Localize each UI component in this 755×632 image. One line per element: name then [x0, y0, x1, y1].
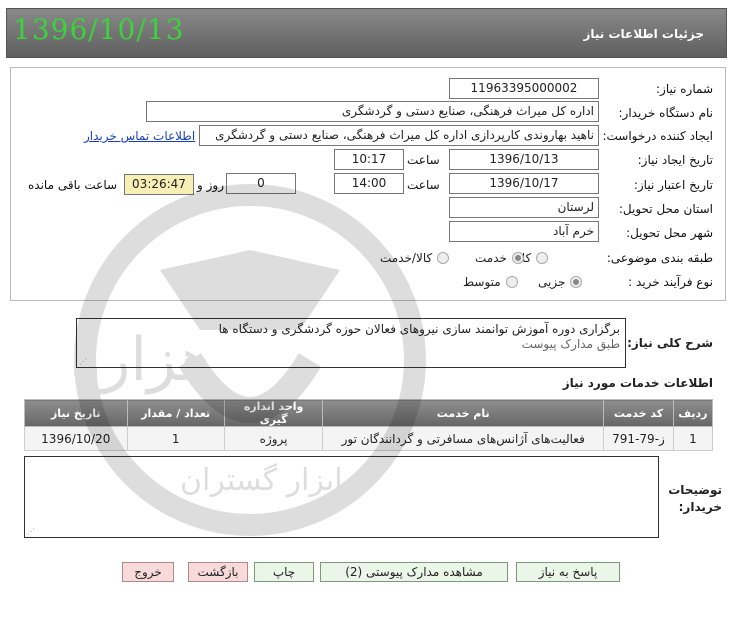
category-radio-goods-service[interactable]: کالا/خدمت [380, 251, 450, 265]
days-remaining-field: 0 [226, 173, 296, 194]
city-field: خرم آباد [449, 221, 599, 242]
radio-circle-icon [505, 276, 518, 288]
need-number-field: 11963395000002 [449, 78, 599, 99]
cell-row-number: 1 [672, 426, 714, 451]
view-attachments-button[interactable]: مشاهده مدارک پیوستی (2) [320, 562, 508, 582]
valid-date-field: 1396/10/17 [449, 173, 599, 194]
page-header: 1396/10/13 جزئیات اطلاعات نیاز [6, 8, 727, 58]
table-row: 1 ز-79-791 فعالیت‌های آژانس‌های مسافرتی … [24, 426, 714, 451]
valid-time-field: 14:00 [334, 173, 404, 194]
buyer-notes-box [24, 456, 659, 538]
purchase-radio-minor[interactable]: جزیی [538, 275, 583, 289]
need-number-label: شماره نیاز: [656, 82, 713, 96]
print-button[interactable]: چاپ [254, 562, 314, 582]
cell-service-name: فعالیت‌های آژانس‌های مسافرتی و گردانندگا… [322, 426, 605, 451]
radio-circle-icon [437, 252, 450, 264]
need-description-label: شرح کلی نیاز: [627, 336, 713, 350]
radio-selected-icon [570, 276, 583, 288]
province-label: استان محل تحویل: [618, 202, 713, 216]
col-service-code: کد خدمت [603, 399, 674, 427]
col-row-number: ردیف [672, 399, 714, 427]
description-line-2: طبق مدارک پیوست [521, 337, 620, 351]
col-service-name: نام خدمت [322, 399, 605, 427]
category-label: طبقه بندی موضوعی: [606, 251, 713, 265]
services-table-header: ردیف کد خدمت نام خدمت واحد اندازه گیری ت… [24, 399, 714, 427]
resize-grip-icon[interactable]: ⋰ [79, 357, 87, 366]
exit-button[interactable]: خروج [122, 562, 174, 582]
created-date-label: تاریخ ایجاد نیاز: [637, 153, 713, 167]
description-line-1: برگزاری دوره آموزش توانمند سازی نیروهای … [218, 322, 620, 336]
buyer-org-label: نام دستگاه خریدار: [618, 106, 714, 120]
purchase-type-label: نوع فرآیند خرید : [628, 275, 713, 289]
buyer-notes-label: توضیحات خریدار: [668, 483, 722, 514]
page-title: جزئیات اطلاعات نیاز [583, 27, 704, 41]
valid-time-label: ساعت [407, 178, 440, 192]
purchase-radio-medium[interactable]: متوسط [463, 275, 518, 289]
created-time-label: ساعت [407, 153, 440, 167]
radio-circle-icon [536, 252, 549, 264]
reply-button[interactable]: پاسخ به نیاز [516, 562, 620, 582]
created-date-field: 1396/10/13 [449, 149, 599, 170]
col-unit: واحد اندازه گیری [223, 399, 324, 427]
cell-quantity: 1 [126, 426, 225, 451]
day-and-label: روز و [197, 178, 224, 192]
buyer-org-field: اداره کل میراث فرهنگی، صنایع دستی و گردش… [146, 101, 599, 122]
valid-date-label: تاریخ اعتبار نیاز: [633, 178, 713, 192]
remaining-time-field: 03:26:47 [124, 174, 194, 195]
city-label: شهر محل تحویل: [626, 226, 713, 240]
services-section-title: اطلاعات خدمات مورد نیاز [562, 376, 713, 390]
need-description-box: برگزاری دوره آموزش توانمند سازی نیروهای … [76, 318, 626, 368]
back-button[interactable]: بازگشت [188, 562, 248, 582]
radio-selected-icon [511, 252, 524, 264]
resize-grip-icon[interactable]: ⋰ [27, 527, 35, 536]
buyer-contact-link[interactable]: اطلاعات تماس خریدار [84, 129, 195, 143]
province-field: لرستان [449, 197, 599, 218]
cell-unit: پروژه [223, 426, 324, 451]
col-need-date: تاریخ نیاز [24, 399, 128, 427]
header-date: 1396/10/13 [13, 13, 185, 46]
remaining-time-label: ساعت باقی مانده [28, 178, 118, 192]
created-time-field: 10:17 [334, 149, 404, 170]
category-radio-service[interactable]: خدمت [475, 251, 524, 265]
col-quantity: تعداد / مقدار [126, 399, 225, 427]
requester-label: ایجاد کننده درخواست: [602, 129, 713, 143]
cell-need-date: 1396/10/20 [24, 426, 128, 451]
services-table: ردیف کد خدمت نام خدمت واحد اندازه گیری ت… [24, 399, 714, 451]
cell-service-code: ز-79-791 [603, 426, 674, 451]
requester-field: ناهید بهاروندی کارپردازی اداره کل میراث … [199, 125, 599, 146]
